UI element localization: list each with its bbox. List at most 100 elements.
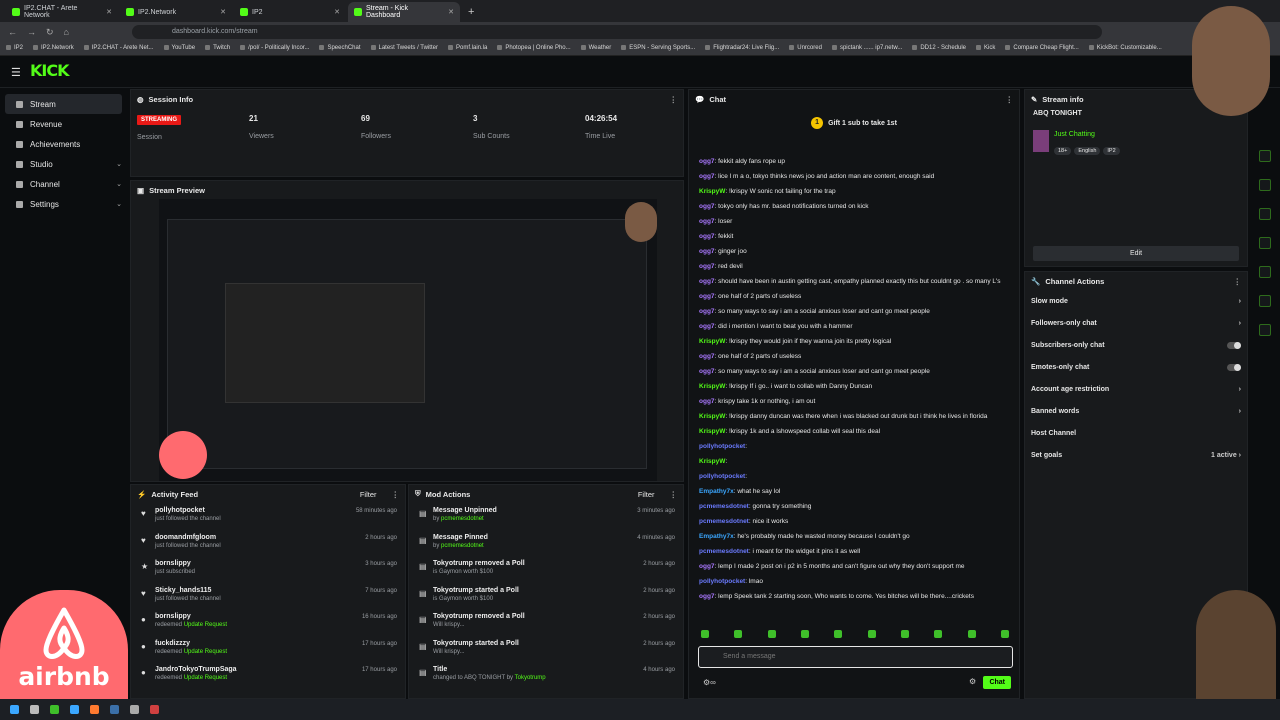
bookmark-item[interactable]: YouTube <box>164 45 196 52</box>
sidebar-item-revenue[interactable]: Revenue <box>5 114 122 134</box>
channel-action-item[interactable]: Banned words › <box>1025 400 1247 422</box>
chat-username[interactable]: ogg7 <box>699 398 715 405</box>
emote-icon[interactable] <box>834 630 843 638</box>
url-input[interactable]: dashboard.kick.com/stream <box>132 25 1102 39</box>
gift-banner[interactable]: 1 Gift 1 sub to take 1st <box>689 108 1019 138</box>
chat-username[interactable]: ogg7 <box>699 218 715 225</box>
chat-username[interactable]: ogg7 <box>699 368 715 375</box>
chat-username[interactable]: pcmemesdotnet <box>699 503 749 510</box>
chat-username[interactable]: pcmemesdotnet <box>699 518 749 525</box>
channel-action-item[interactable]: Subscribers-only chat <box>1025 334 1247 356</box>
chat-username[interactable]: ogg7 <box>699 353 715 360</box>
bookmark-item[interactable]: ESPN - Serving Sports... <box>621 45 695 52</box>
chat-username[interactable]: ogg7 <box>699 158 715 165</box>
tool-icon[interactable] <box>1259 208 1271 220</box>
chat-username[interactable]: ogg7 <box>699 173 715 180</box>
bookmark-item[interactable]: DD12 - Schedule <box>912 45 966 52</box>
chat-username[interactable]: pcmemesdotnet <box>699 548 749 555</box>
taskbar-app-icon[interactable] <box>50 705 59 714</box>
channel-action-item[interactable]: Account age restriction › <box>1025 378 1247 400</box>
taskbar-app-icon[interactable] <box>90 705 99 714</box>
taskbar-app-icon[interactable] <box>30 705 39 714</box>
taskbar-app-icon[interactable] <box>70 705 79 714</box>
bookmark-item[interactable]: Photopea | Online Pho... <box>497 45 570 52</box>
send-chat-button[interactable]: Chat <box>983 676 1011 689</box>
channel-action-item[interactable]: Host Channel <box>1025 422 1247 444</box>
back-icon[interactable]: ← <box>8 27 17 37</box>
tool-icon[interactable] <box>1259 324 1271 336</box>
bookmark-item[interactable]: /pol/ - Politically Incor... <box>240 45 309 52</box>
chat-username[interactable]: ogg7 <box>699 593 715 600</box>
mod-action-user[interactable]: pcmemesdotnet <box>441 516 484 522</box>
chat-username[interactable]: KrispyW <box>699 338 725 345</box>
browser-tab[interactable]: IP2 ✕ <box>234 2 346 22</box>
emote-icon[interactable] <box>934 630 943 638</box>
taskbar-app-icon[interactable] <box>150 705 159 714</box>
close-tab-icon[interactable]: ✕ <box>220 8 226 16</box>
chat-username[interactable]: ogg7 <box>699 233 715 240</box>
bookmark-item[interactable]: IP2.Network <box>33 45 74 52</box>
bookmark-item[interactable]: Kick <box>976 45 995 52</box>
tool-icon[interactable] <box>1259 295 1271 307</box>
chat-username[interactable]: ogg7 <box>699 323 715 330</box>
sidebar-item-channel[interactable]: Channel ⌄ <box>5 174 122 194</box>
close-tab-icon[interactable]: ✕ <box>334 8 340 16</box>
toggle-switch[interactable] <box>1227 341 1241 349</box>
emote-icon[interactable] <box>1000 630 1009 638</box>
channel-action-item[interactable]: Set goals 1 active › <box>1025 444 1247 466</box>
tool-icon[interactable] <box>1259 237 1271 249</box>
chat-username[interactable]: Empathy7x <box>699 533 734 540</box>
chat-username[interactable]: KrispyW <box>699 458 725 465</box>
chat-username[interactable]: ogg7 <box>699 293 715 300</box>
mod-action-user[interactable]: pcmemesdotnet <box>441 543 484 549</box>
more-options-icon[interactable]: ⋮ <box>670 95 678 104</box>
more-options-icon[interactable]: ⋮ <box>670 490 678 499</box>
bookmark-item[interactable]: Weather <box>581 45 612 52</box>
stream-preview-video[interactable] <box>159 199 657 481</box>
chat-username[interactable]: KrispyW <box>699 413 725 420</box>
filter-button[interactable]: Filter <box>360 490 377 499</box>
filter-button[interactable]: Filter <box>638 490 655 499</box>
tool-icon[interactable] <box>1259 266 1271 278</box>
chat-username[interactable]: Empathy7x <box>699 488 734 495</box>
sidebar-item-achievements[interactable]: Achievements <box>5 134 122 154</box>
sidebar-item-studio[interactable]: Studio ⌄ <box>5 154 122 174</box>
more-options-icon[interactable]: ⋮ <box>1234 277 1242 286</box>
browser-tab-active[interactable]: Stream - Kick Dashboard ✕ <box>348 2 460 22</box>
bookmark-item[interactable]: Compare Cheap Flight... <box>1005 45 1078 52</box>
channel-action-item[interactable]: Emotes-only chat <box>1025 356 1247 378</box>
emote-icon[interactable] <box>867 630 876 638</box>
chat-username[interactable]: pollyhotpocket <box>699 578 745 585</box>
browser-tab[interactable]: IP2.CHAT - Arete Network ✕ <box>6 2 118 22</box>
mod-action-user[interactable]: Tokyotrump <box>515 675 546 681</box>
taskbar-app-icon[interactable] <box>110 705 119 714</box>
browser-tab[interactable]: IP2.Network ✕ <box>120 2 232 22</box>
taskbar-app-icon[interactable] <box>130 705 139 714</box>
kick-logo[interactable]: KICK <box>30 61 69 80</box>
chat-username[interactable]: ogg7 <box>699 203 715 210</box>
chat-username[interactable]: ogg7 <box>699 278 715 285</box>
emote-icon[interactable] <box>800 630 809 638</box>
channel-action-item[interactable]: Slow mode › <box>1025 290 1247 312</box>
chat-username[interactable]: KrispyW <box>699 383 725 390</box>
chat-tools-icon[interactable]: ⚙∞ <box>703 678 716 687</box>
chat-username[interactable]: KrispyW <box>699 428 725 435</box>
chat-username[interactable]: pollyhotpocket <box>699 473 745 480</box>
close-tab-icon[interactable]: ✕ <box>448 8 454 16</box>
emote-icon[interactable] <box>767 630 776 638</box>
bookmark-item[interactable]: Latest Tweets / Twitter <box>371 45 438 52</box>
channel-action-item[interactable]: Followers-only chat › <box>1025 312 1247 334</box>
bookmark-item[interactable]: KickBot: Customizable... <box>1089 45 1162 52</box>
bookmark-item[interactable]: Twitch <box>205 45 230 52</box>
menu-icon[interactable]: ☰ <box>11 66 21 79</box>
chat-username[interactable]: ogg7 <box>699 263 715 270</box>
emote-icon[interactable] <box>701 630 709 638</box>
new-tab-icon[interactable]: + <box>462 6 480 22</box>
bookmark-item[interactable]: IP2 <box>6 45 23 52</box>
category-link[interactable]: Just Chatting <box>1054 131 1095 138</box>
gear-icon[interactable]: ⚙ <box>969 677 976 686</box>
emote-icon[interactable] <box>900 630 909 638</box>
more-options-icon[interactable]: ⋮ <box>392 490 400 499</box>
sidebar-item-stream[interactable]: Stream <box>5 94 122 114</box>
bookmark-item[interactable]: SpeechChat <box>319 45 360 52</box>
